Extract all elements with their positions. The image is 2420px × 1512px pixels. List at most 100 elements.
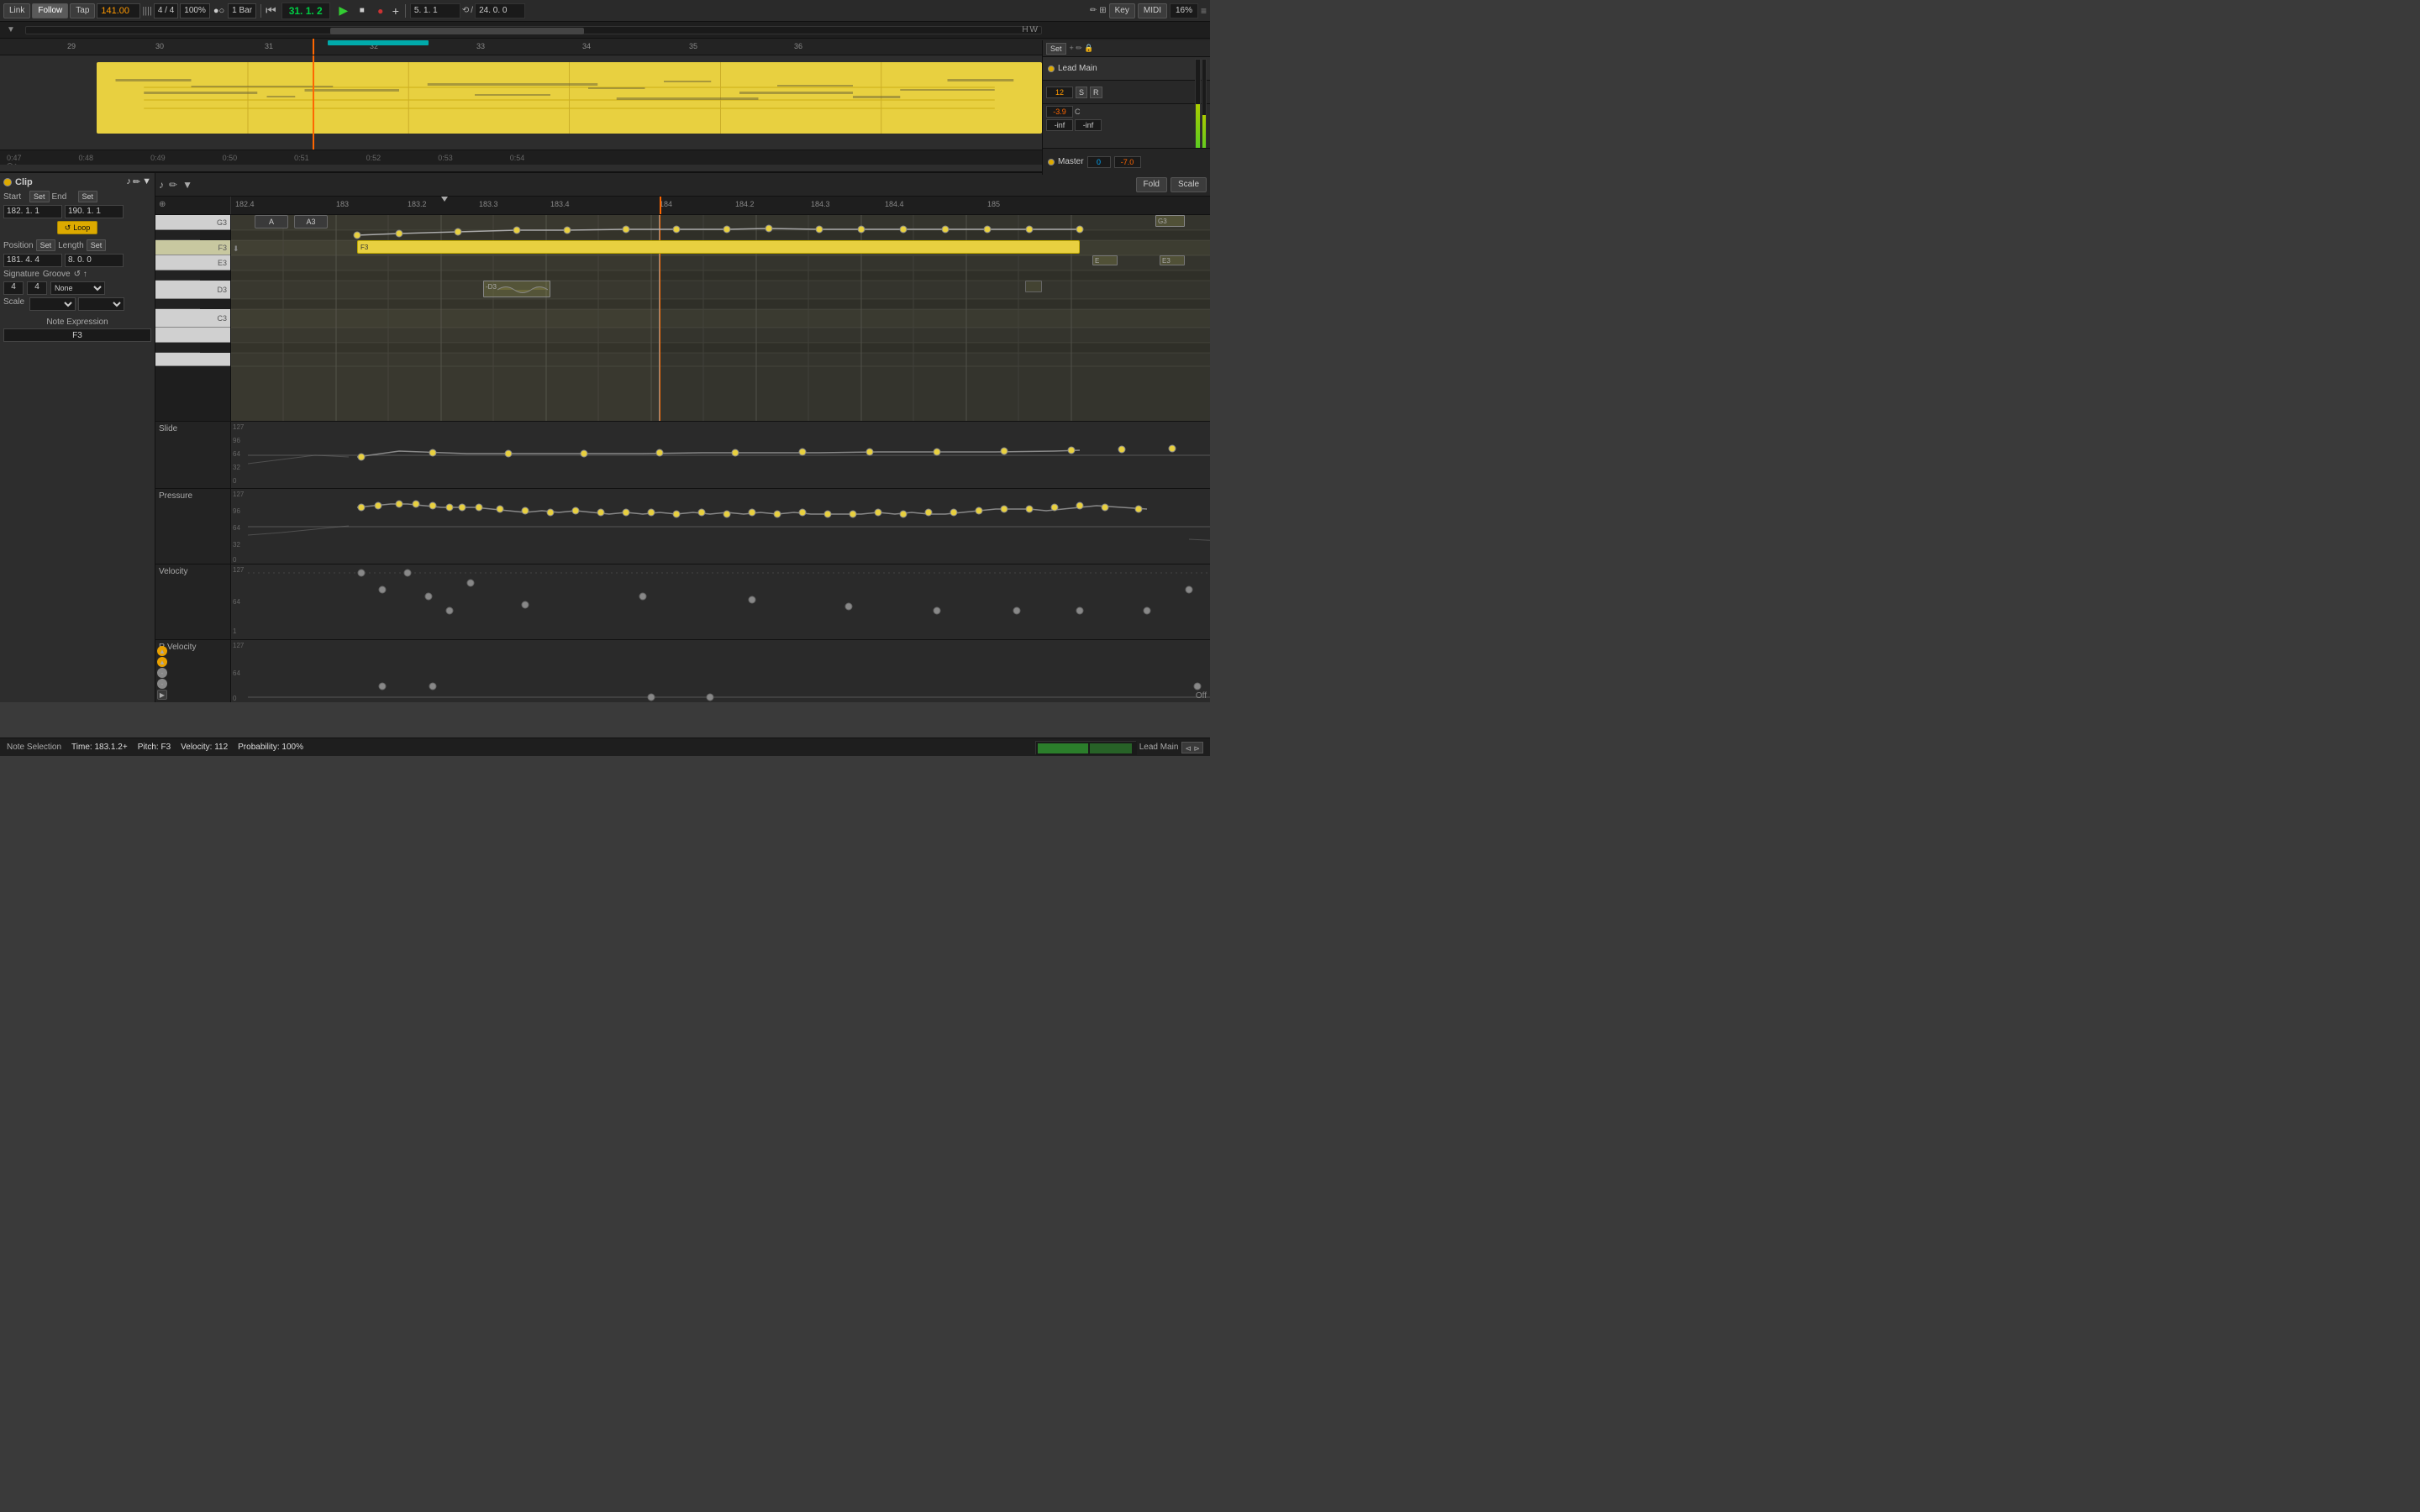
notes-icon[interactable]: ♪ [126,176,131,187]
slide-content[interactable]: 127 96 64 32 0 [231,422,1210,488]
arr-clip-yellow[interactable] [97,62,1042,134]
velocity-content[interactable]: 127 64 1 [231,564,1210,639]
lane-icon-2[interactable]: ▲ [157,657,167,667]
groove-select[interactable]: None [50,281,105,295]
end-set-button[interactable]: Set [78,191,98,202]
position-set-button[interactable]: Set [36,239,56,251]
stop-button[interactable]: ■ [354,3,371,18]
pencil-icon[interactable]: ✏ [133,176,140,187]
menu-icon[interactable]: ≡ [1201,5,1207,17]
note-g3-ghost[interactable]: G3 [1155,215,1185,227]
position-label: Position [3,241,34,250]
position-display[interactable]: 31. 1. 2 [281,3,330,19]
position-values: 181. 4. 4 8. 0. 0 [3,254,151,267]
scale-button[interactable]: Scale [1171,177,1207,192]
loop-icon: ↺ [65,223,71,233]
lane-icon-1[interactable]: ▲ [157,646,167,656]
midi-button[interactable]: MIDI [1138,3,1167,18]
lane-icon-3[interactable]: - [157,668,167,678]
quantize-display[interactable]: 1 Bar [228,3,256,18]
arr-right-icons: + ✏ 🔒 [1070,44,1094,53]
grid-icon[interactable]: ⊞ [1099,6,1106,15]
note-e3-ghost-2[interactable]: E3 [1160,255,1185,265]
position-2[interactable]: 5. 1. 1 [410,3,460,18]
key-g3[interactable]: G3 [155,215,230,230]
arrangement-scrollbar-track[interactable] [25,26,1042,34]
lane-icon-4[interactable]: - [157,679,167,689]
off-label: Off [1196,691,1207,701]
track-volume[interactable]: 12 [1046,87,1073,98]
note-f3-label: F3 [358,244,368,251]
pr-loop-start-marker[interactable] [441,197,448,202]
arr-track-header: Set + ✏ 🔒 Lead Main 12 S R -3.9 C -inf -… [1042,40,1210,175]
loop-region-bar[interactable] [328,40,429,45]
note-d3-active[interactable]: -D3 [483,281,550,297]
note-btn-a[interactable]: A [255,215,288,228]
master-vol-display[interactable]: 0 [1087,156,1111,168]
arrangement-scrollbar-thumb[interactable] [330,28,584,34]
loop-button[interactable]: ↺ Loop [57,221,98,234]
vol-display-1[interactable]: -3.9 [1046,106,1073,118]
start-set-button[interactable]: Set [29,191,50,202]
position-3[interactable]: 24. 0. 0 [475,3,525,18]
start-label: Start [3,192,27,202]
add-button[interactable]: + [392,4,399,18]
chevron-pr-icon[interactable]: ▼ [182,179,192,191]
key-cs3[interactable] [155,299,200,309]
pressure-content[interactable]: 127 96 64 32 0 [231,489,1210,564]
length-value[interactable]: 8. 0. 0 [65,254,124,267]
link-button[interactable]: Link [3,3,30,18]
note-d3-ghost[interactable] [1025,281,1042,292]
note-btn-a3[interactable]: A3 [294,215,328,228]
zoom-level[interactable]: 100% [180,3,210,18]
rvelocity-content[interactable]: 127 64 0 Off [231,640,1210,702]
tl-182-4: 182.4 [235,200,255,208]
vol-display-right[interactable]: -inf [1075,119,1102,131]
time-signature[interactable]: 4 / 4 [154,3,178,18]
arr-track-area[interactable]: 0:47 0:48 0:49 0:50 0:51 0:52 0:53 0:54 … [0,55,1210,165]
vol-display-left[interactable]: -inf [1046,119,1073,131]
start-value[interactable]: 182. 1. 1 [3,205,62,218]
note-grid[interactable]: F3 [231,215,1210,421]
key-b2[interactable] [155,328,230,343]
chevron-icon[interactable]: ▼ [142,176,151,187]
play-icon-small[interactable]: ▶ [157,690,167,700]
play-button[interactable]: ▶ [335,3,352,18]
set-button[interactable]: Set [1046,43,1066,55]
position-value[interactable]: 181. 4. 4 [3,254,62,267]
note-f3-main[interactable]: F3 [357,240,1080,254]
note-expression-value: F3 [3,328,151,342]
end-value[interactable]: 190. 1. 1 [65,205,124,218]
record-arm-button[interactable]: R [1090,87,1102,98]
key-e3-label: E3 [218,259,227,267]
key-fs3[interactable] [155,230,200,240]
divider-1 [260,4,261,18]
key-e3[interactable]: E3 [155,255,230,270]
sig-denominator[interactable]: 4 [27,281,47,295]
bpm-display[interactable]: 141.00 [97,3,140,18]
follow-button[interactable]: Follow [32,3,68,18]
scale-select-1[interactable] [29,297,76,311]
record-button[interactable]: ● [372,3,389,18]
sig-numerator[interactable]: 4 [3,281,24,295]
arrow-left-icon[interactable]: ⏮ [266,3,276,18]
key-bb2[interactable] [155,343,200,353]
key-c3[interactable]: C3 [155,309,230,328]
key-button[interactable]: Key [1109,3,1135,18]
key-d3[interactable]: D3 [155,281,230,299]
pencil-icon-pr[interactable]: ✏ [169,179,177,191]
master-pan-display[interactable]: -7.0 [1114,156,1141,168]
fold-button[interactable]: Fold [1136,177,1167,192]
velocity-lane: Velocity 127 64 1 [155,564,1210,639]
note-e3-ghost-1[interactable]: E [1092,255,1118,265]
solo-button[interactable]: S [1076,87,1087,98]
key-a2[interactable] [155,353,230,366]
length-set-button[interactable]: Set [87,239,107,251]
tap-button[interactable]: Tap [70,3,95,18]
key-f3[interactable]: F3 [155,240,230,255]
key-eb3[interactable] [155,270,200,281]
pencil-icon-top[interactable]: ✏ [1090,6,1097,15]
pr-timeline[interactable]: ⊕ 182.4 183 183.2 183.3 183.4 184 184.2 … [155,197,1210,215]
scale-select-2[interactable] [78,297,124,311]
arrangement-scrubber[interactable]: ▼ H W [0,22,1210,39]
